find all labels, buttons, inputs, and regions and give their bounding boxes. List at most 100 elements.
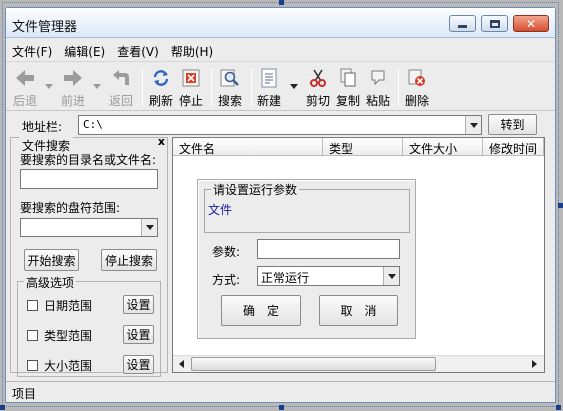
copy-label: 复制 bbox=[335, 94, 360, 108]
scroll-thumb[interactable] bbox=[191, 357, 436, 371]
window-title: 文件管理器 bbox=[12, 20, 78, 35]
search-button[interactable]: 搜索 bbox=[215, 65, 245, 109]
new-document-icon bbox=[258, 67, 280, 88]
start-search-button[interactable]: 开始搜索 bbox=[24, 249, 79, 271]
ok-button[interactable]: 确 定 bbox=[221, 295, 301, 326]
mode-dropdown-button[interactable] bbox=[383, 267, 399, 285]
resize-handle-bottom-left[interactable] bbox=[0, 405, 5, 410]
menu-edit[interactable]: 编辑(E) bbox=[64, 43, 105, 60]
status-bar: 项目 bbox=[6, 381, 555, 402]
maximize-icon bbox=[489, 19, 500, 28]
type-range-set-button[interactable]: 设置 bbox=[123, 325, 154, 344]
date-range-checkbox[interactable] bbox=[27, 300, 38, 311]
new-label: 新建 bbox=[256, 94, 281, 108]
date-range-label: 日期范围 bbox=[44, 299, 93, 313]
triangle-right-icon bbox=[532, 360, 537, 368]
scroll-left-button[interactable] bbox=[173, 356, 190, 372]
size-range-label: 大小范围 bbox=[44, 359, 93, 373]
menu-bar: 文件(F) 编辑(E) 查看(V) 帮助(H) bbox=[6, 41, 555, 61]
status-text: 项目 bbox=[12, 387, 37, 401]
stop-button[interactable]: 停止 bbox=[176, 65, 206, 109]
run-params-dialog: 请设置运行参数 文件 参数: 方式: 正常运行 确 定 取 消 bbox=[197, 179, 416, 339]
copy-button[interactable]: 复制 bbox=[333, 65, 363, 109]
run-params-title: 请设置运行参数 bbox=[211, 181, 300, 198]
type-range-label: 类型范围 bbox=[44, 329, 93, 343]
delete-label: 删除 bbox=[404, 94, 429, 108]
go-button[interactable]: 转到 bbox=[488, 114, 537, 135]
advanced-options-title: 高级选项 bbox=[24, 274, 77, 291]
refresh-label: 刷新 bbox=[148, 94, 173, 108]
forward-button[interactable]: 前进 bbox=[58, 65, 88, 109]
back-button[interactable]: 后退 bbox=[10, 65, 40, 109]
drive-dropdown-button[interactable] bbox=[141, 219, 157, 236]
paste-button[interactable]: 粘贴 bbox=[363, 65, 393, 109]
close-icon[interactable]: x bbox=[158, 135, 165, 148]
copy-icon bbox=[337, 67, 359, 88]
param-input[interactable] bbox=[257, 239, 400, 259]
delete-button[interactable]: 删除 bbox=[402, 65, 432, 109]
chevron-down-icon bbox=[469, 122, 478, 128]
address-value: C:\ bbox=[83, 118, 103, 131]
column-header-modified[interactable]: 修改时间 bbox=[483, 138, 544, 156]
stop-search-button[interactable]: 停止搜索 bbox=[101, 249, 157, 271]
cancel-button[interactable]: 取 消 bbox=[319, 295, 398, 326]
search-target-label: 要搜索的目录名或文件名: bbox=[20, 153, 157, 167]
column-header-size[interactable]: 文件大小 bbox=[403, 138, 483, 156]
stop-icon bbox=[180, 67, 202, 88]
column-header-name[interactable]: 文件名 bbox=[173, 138, 323, 156]
new-button[interactable]: 新建 bbox=[254, 65, 284, 109]
drive-range-combo[interactable] bbox=[20, 218, 158, 237]
main-window: 文件管理器 ✕ 文件(F) 编辑(E) 查看(V) 帮助(H) 后退 前进 返回… bbox=[5, 7, 556, 403]
toolbar-separator bbox=[142, 68, 143, 106]
title-bar[interactable]: 文件管理器 ✕ bbox=[6, 8, 555, 38]
mode-value: 正常运行 bbox=[261, 271, 310, 285]
date-range-set-button[interactable]: 设置 bbox=[123, 295, 154, 314]
chevron-down-icon bbox=[145, 225, 154, 230]
close-icon: ✕ bbox=[525, 16, 537, 31]
forward-dropdown-arrow-icon[interactable] bbox=[93, 84, 101, 89]
chevron-down-icon bbox=[387, 273, 396, 279]
scroll-right-button[interactable] bbox=[526, 356, 543, 372]
toolbar: 后退 前进 返回 刷新 停止 搜索 新建 剪切 复制 粘贴 删除 bbox=[6, 61, 555, 111]
resize-handle-bottom-right[interactable] bbox=[556, 405, 561, 410]
stop-label: 停止 bbox=[178, 94, 203, 108]
close-button[interactable]: ✕ bbox=[513, 15, 549, 32]
cut-button[interactable]: 剪切 bbox=[303, 65, 333, 109]
search-label: 搜索 bbox=[217, 94, 242, 108]
new-dropdown-arrow-icon[interactable] bbox=[290, 84, 298, 89]
horizontal-scrollbar[interactable] bbox=[173, 355, 544, 372]
menu-file[interactable]: 文件(F) bbox=[12, 43, 52, 60]
address-bar: 地址栏: C:\ 转到 bbox=[6, 112, 555, 136]
scissors-icon bbox=[307, 67, 329, 88]
resize-handle-top[interactable] bbox=[279, 0, 284, 5]
return-icon bbox=[110, 67, 132, 88]
menu-help[interactable]: 帮助(H) bbox=[171, 43, 213, 60]
size-range-set-button[interactable]: 设置 bbox=[123, 355, 154, 374]
up-label: 返回 bbox=[108, 94, 133, 108]
advanced-options-group: 高级选项 日期范围 设置 类型范围 设置 大小范围 设置 bbox=[17, 274, 161, 377]
maximize-button[interactable] bbox=[481, 15, 508, 32]
forward-label: 前进 bbox=[60, 94, 85, 108]
minimize-button[interactable] bbox=[449, 15, 476, 32]
address-dropdown-button[interactable] bbox=[465, 116, 481, 134]
arrow-left-icon bbox=[14, 67, 36, 88]
search-target-input[interactable] bbox=[20, 169, 158, 189]
drive-range-label: 要搜索的盘符范围: bbox=[20, 201, 121, 215]
mode-combo[interactable]: 正常运行 bbox=[257, 266, 400, 286]
up-button[interactable]: 返回 bbox=[106, 65, 136, 109]
resize-handle-right[interactable] bbox=[558, 203, 563, 208]
back-dropdown-arrow-icon[interactable] bbox=[45, 84, 53, 89]
type-range-checkbox[interactable] bbox=[27, 330, 38, 341]
search-panel: 文件搜索 x 要搜索的目录名或文件名: 要搜索的盘符范围: 开始搜索 停止搜索 … bbox=[10, 135, 168, 377]
paste-label: 粘贴 bbox=[365, 94, 390, 108]
address-combo[interactable]: C:\ bbox=[78, 115, 482, 135]
column-header-type[interactable]: 类型 bbox=[323, 138, 403, 156]
menu-view[interactable]: 查看(V) bbox=[117, 43, 159, 60]
address-label: 地址栏: bbox=[22, 120, 63, 134]
refresh-button[interactable]: 刷新 bbox=[146, 65, 176, 109]
param-label: 参数: bbox=[212, 245, 241, 259]
size-range-checkbox[interactable] bbox=[27, 360, 38, 371]
resize-handle-bottom[interactable] bbox=[279, 405, 284, 410]
toolbar-separator bbox=[398, 68, 399, 106]
refresh-icon bbox=[150, 67, 172, 88]
